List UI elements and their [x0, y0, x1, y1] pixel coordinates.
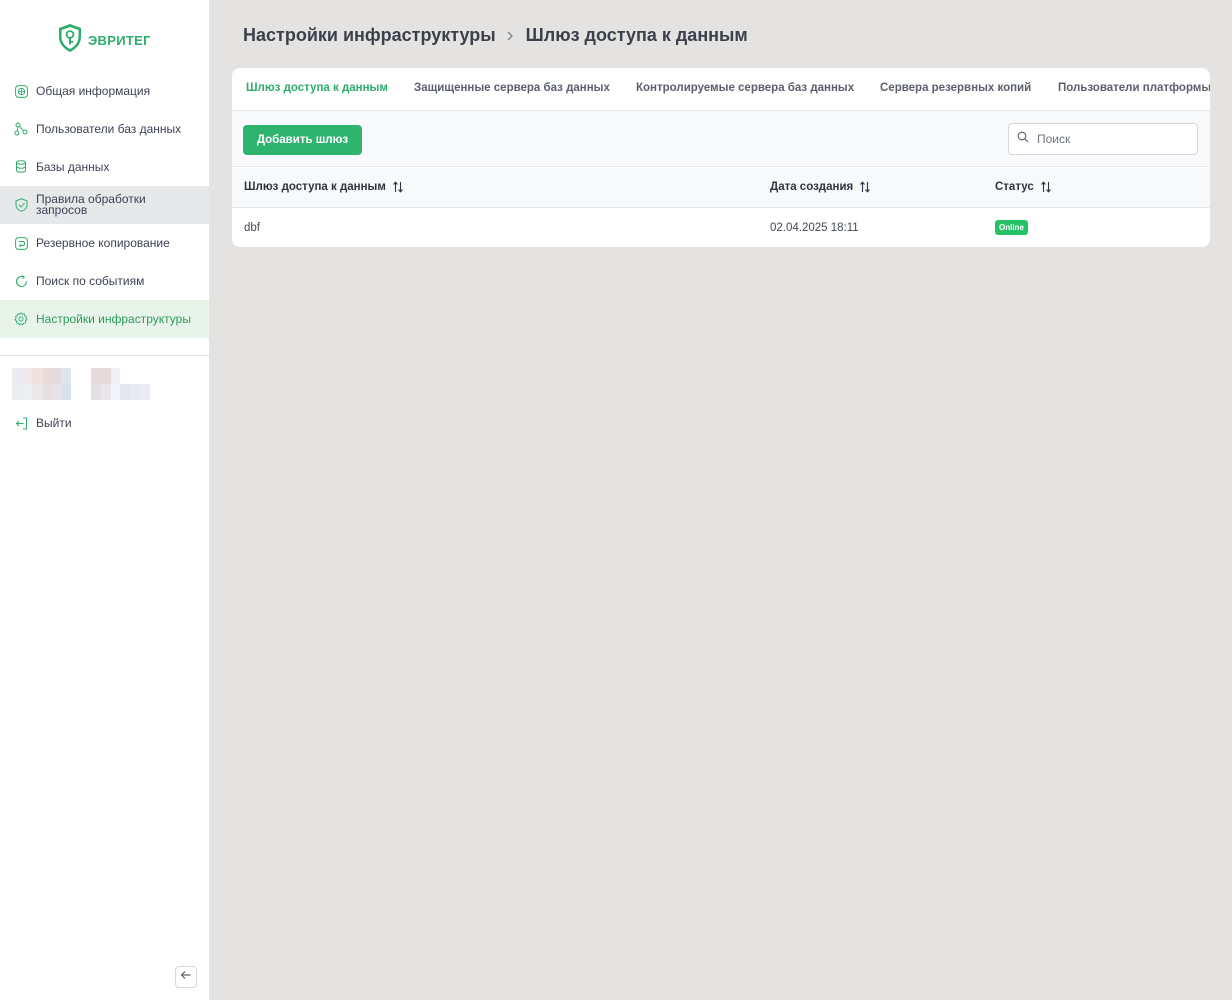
arrow-left-icon: [180, 968, 192, 986]
search-icon: [1017, 130, 1029, 148]
globe-icon: [14, 84, 28, 98]
breadcrumb-parent[interactable]: Настройки инфраструктуры: [243, 25, 496, 46]
sidebar-item-label: Резервное копирование: [36, 236, 170, 250]
tab-backup-servers[interactable]: Сервера резервных копий: [880, 82, 1031, 94]
column-header-created[interactable]: Дата создания: [770, 181, 871, 193]
sidebar-item-label: Общая информация: [36, 84, 151, 98]
sidebar: ЭВРИТЕГ Общая информация Пользователи ба…: [0, 0, 209, 1000]
sidebar-item-label: Поиск по событиям: [36, 274, 145, 288]
sidebar-item-request-rules[interactable]: Правила обработки запросов: [0, 186, 209, 224]
add-gateway-button[interactable]: Добавить шлюз: [243, 125, 362, 155]
breadcrumb-current: Шлюз доступа к данным: [525, 25, 748, 45]
shield-logo-icon: [57, 23, 83, 58]
users-network-icon: [14, 122, 28, 136]
sidebar-item-general-info[interactable]: Общая информация: [0, 72, 209, 110]
tabs: Шлюз доступа к данным Защищенные сервера…: [232, 68, 1210, 111]
column-header-status[interactable]: Статус: [995, 181, 1052, 193]
sidebar-item-label: Базы данных: [36, 160, 110, 174]
gateway-card: Шлюз доступа к данным Защищенные сервера…: [232, 68, 1210, 247]
tab-platform-users[interactable]: Пользователи платформы: [1058, 82, 1210, 94]
refresh-search-icon: [14, 274, 28, 288]
shield-icon: [14, 198, 28, 212]
cell-gateway-name: dbf: [244, 222, 260, 234]
tab-protected-db-servers[interactable]: Защищенные сервера баз данных: [414, 82, 610, 94]
status-badge: Online: [995, 220, 1028, 235]
search-box[interactable]: [1008, 123, 1198, 155]
column-header-label: Статус: [995, 181, 1034, 193]
sort-icon[interactable]: [392, 181, 404, 193]
database-icon: [14, 160, 28, 174]
search-input[interactable]: [1037, 132, 1187, 146]
toolbar: Добавить шлюз: [232, 111, 1210, 167]
tab-monitored-db-servers[interactable]: Контролируемые сервера баз данных: [636, 82, 854, 94]
logo[interactable]: ЭВРИТЕГ: [57, 23, 151, 58]
sidebar-item-databases[interactable]: Базы данных: [0, 148, 209, 186]
sidebar-item-label: Настройки инфраструктуры: [36, 312, 191, 326]
sidebar-item-label-line2: запросов: [36, 203, 88, 217]
sort-icon[interactable]: [859, 181, 871, 193]
column-header-label: Дата создания: [770, 181, 854, 193]
logout-icon: [14, 416, 28, 430]
sidebar-item-label: Пользователи баз данных: [36, 122, 182, 136]
logout-label: Выйти: [36, 416, 72, 430]
sidebar-item-db-users[interactable]: Пользователи баз данных: [0, 110, 209, 148]
table-header: Шлюз доступа к данным Дата создания Стат…: [232, 168, 1210, 208]
logout-button[interactable]: Выйти: [0, 404, 209, 442]
sidebar-item-backup[interactable]: Резервное копирование: [0, 224, 209, 262]
sidebar-item-infra-settings[interactable]: Настройки инфраструктуры: [0, 300, 209, 338]
collapse-sidebar-button[interactable]: [175, 966, 197, 988]
backup-icon: [14, 236, 28, 250]
sort-icon[interactable]: [1040, 181, 1052, 193]
cell-created-date: 02.04.2025 18:11: [770, 222, 859, 234]
sidebar-nav: Общая информация Пользователи баз данных…: [0, 72, 209, 338]
gear-icon: [14, 312, 28, 326]
tab-data-gateway[interactable]: Шлюз доступа к данным: [246, 82, 388, 94]
logo-text: ЭВРИТЕГ: [88, 33, 151, 48]
sidebar-divider: [0, 355, 209, 356]
chevron-right-icon: [506, 31, 514, 41]
user-info-blurred: [12, 368, 150, 400]
sidebar-item-event-search[interactable]: Поиск по событиям: [0, 262, 209, 300]
column-header-label: Шлюз доступа к данным: [244, 181, 386, 193]
column-header-gateway[interactable]: Шлюз доступа к данным: [244, 181, 404, 193]
breadcrumb: Настройки инфраструктуры Шлюз доступа к …: [243, 25, 748, 46]
sidebar-item-label: Правила обработки запросов: [36, 193, 146, 217]
table-row[interactable]: dbf 02.04.2025 18:11 Online: [232, 208, 1210, 247]
